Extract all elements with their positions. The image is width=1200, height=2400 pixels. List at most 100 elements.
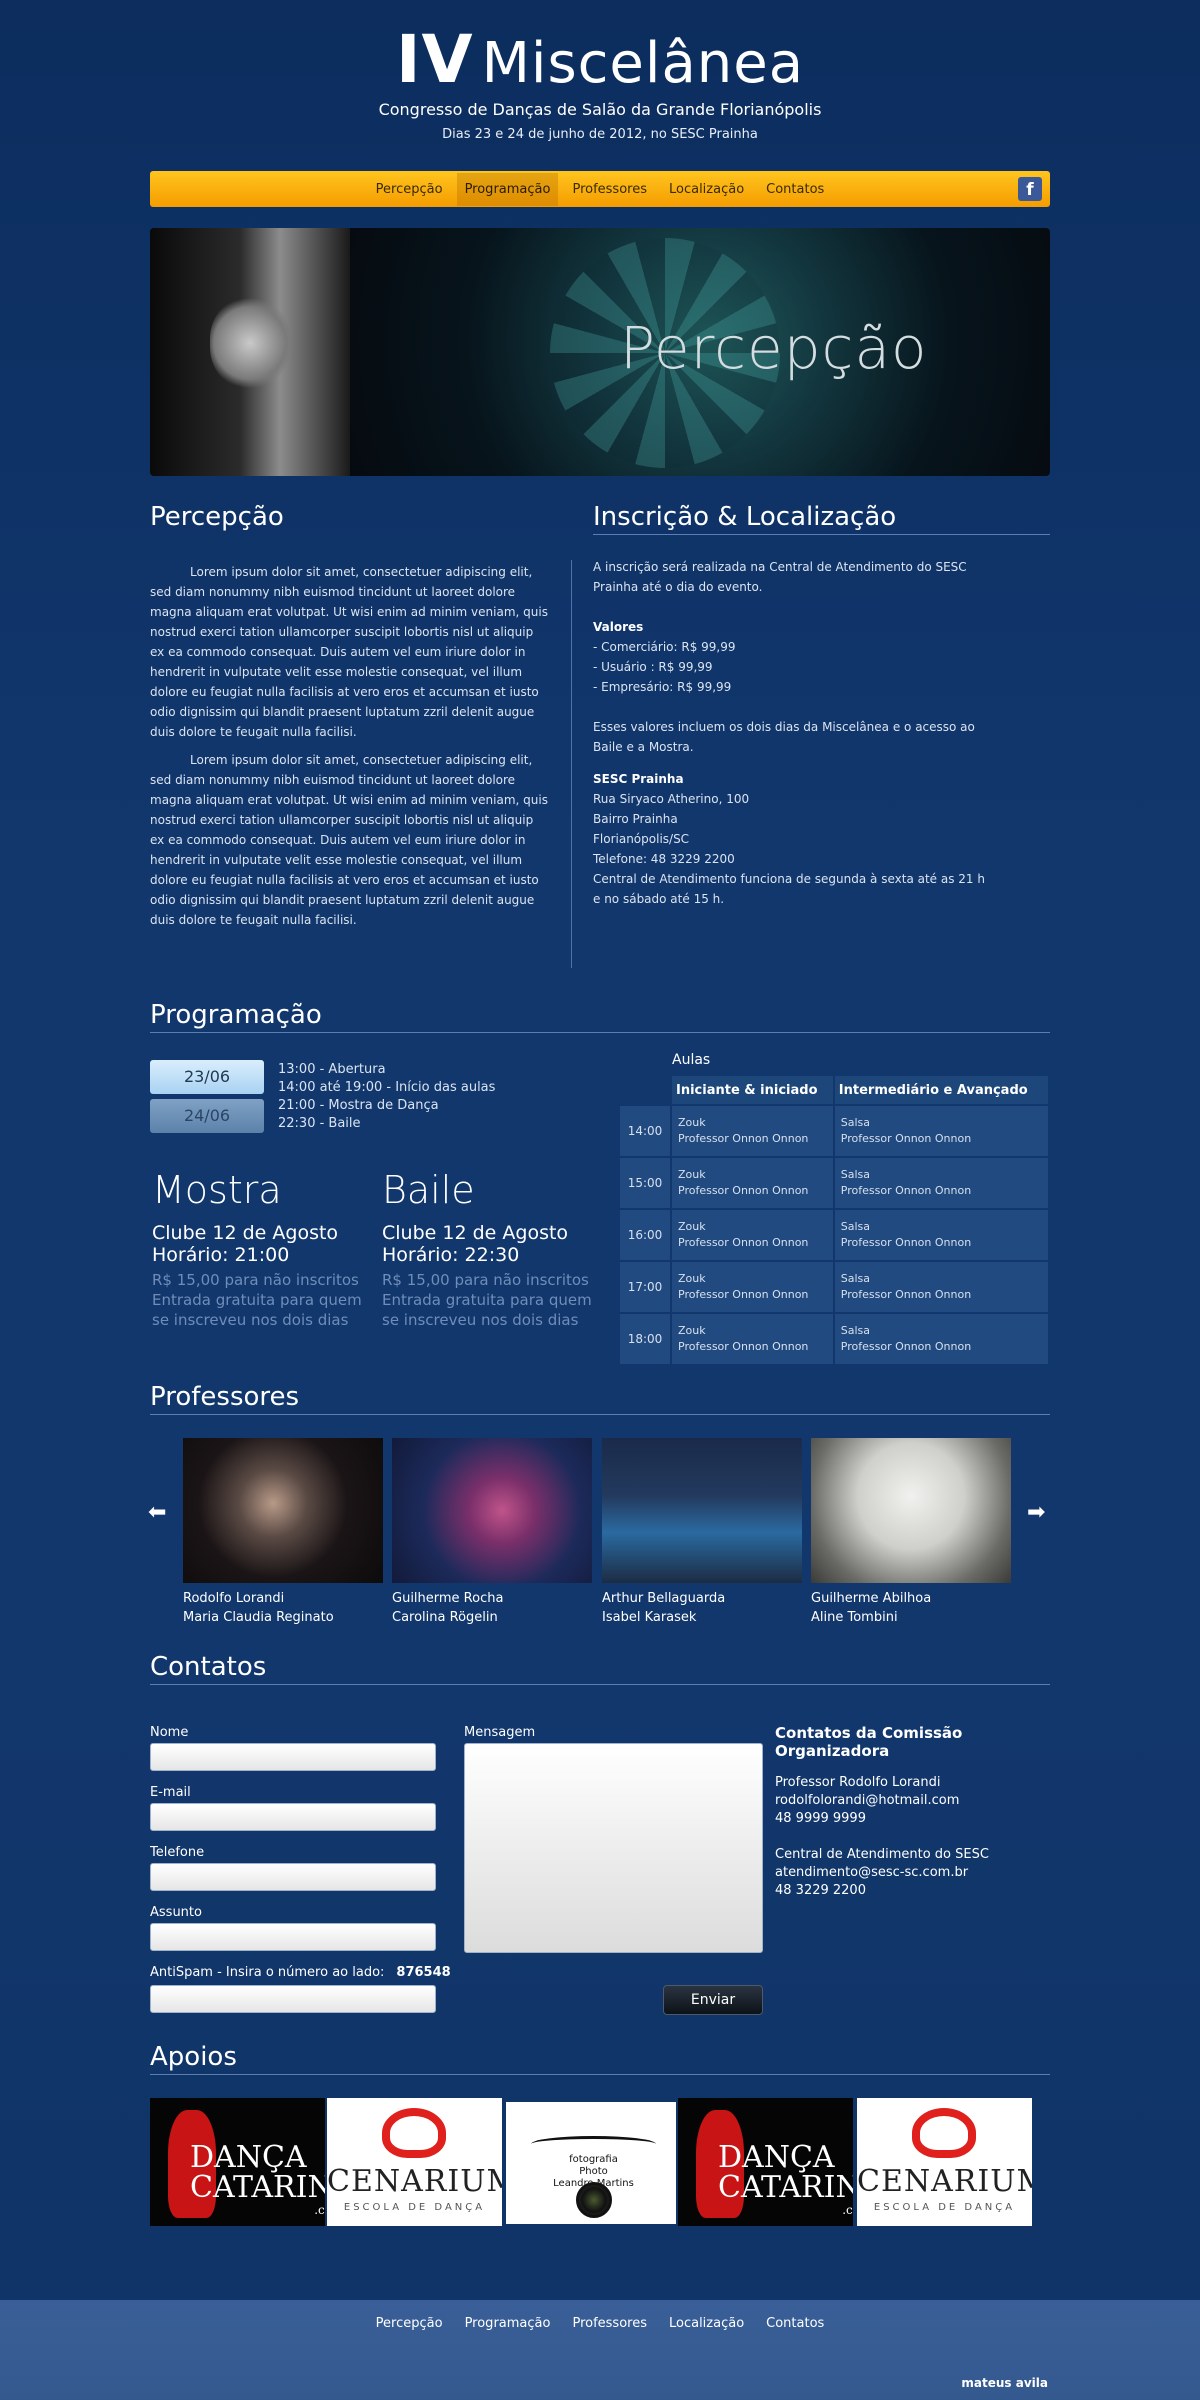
table-row: 17:00 Zouk Professor Onnon Onnon Salsa Pro…	[620, 1262, 1048, 1312]
danca-catarina-logo[interactable]: DANÇA CATARINA.com	[678, 2098, 853, 2226]
antispam-code: 876548	[396, 1965, 451, 1980]
footer-nav: Percepção Programação Professores Locali…	[0, 2316, 1200, 2331]
professor-card[interactable]: Guilherme Rocha Carolina Rögelin	[392, 1438, 592, 1627]
aula-cell: Salsa Professor Onnon Onnon	[834, 1262, 1048, 1312]
aula-time: 17:00	[620, 1262, 670, 1312]
local-title: SESC Prainha	[593, 772, 684, 786]
professores-heading: Professores	[150, 1382, 1050, 1415]
professor-photo	[602, 1438, 802, 1583]
professor-card[interactable]: Arthur Bellaguarda Isabel Karasek	[602, 1438, 802, 1627]
nav-percepcao[interactable]: Percepção	[368, 173, 451, 206]
schedule-item: 14:00 até 19:00 - Início das aulas	[278, 1080, 496, 1095]
org-contact-line: 48 9999 9999	[775, 1811, 866, 1826]
footer-nav-contatos[interactable]: Contatos	[766, 2316, 824, 2331]
schedule-item: 13:00 - Abertura	[278, 1062, 386, 1077]
valores-note: Esses valores incluem os dois dias da Mi…	[593, 720, 975, 754]
mensagem-textarea[interactable]	[464, 1743, 763, 1953]
professor-photo	[183, 1438, 383, 1583]
assunto-input[interactable]	[150, 1923, 436, 1951]
percepcao-paragraph: Lorem ipsum dolor sit amet, consectetuer…	[150, 565, 548, 739]
apoios-section: Apoios	[150, 2042, 1050, 2075]
nav-localizacao[interactable]: Localização	[661, 173, 752, 206]
hero-banner: Percepção	[150, 228, 1050, 476]
carousel-prev-arrow-icon[interactable]: ⬅	[148, 1500, 166, 1525]
professor-card[interactable]: Guilherme Abilhoa Aline Tombini	[811, 1438, 1011, 1627]
facebook-icon[interactable]: f	[1018, 177, 1042, 201]
designer-credit[interactable]: mateus avila	[961, 2376, 1048, 2390]
date-tab-24-06[interactable]: 24/06	[150, 1099, 264, 1133]
cenarium-emblem-icon	[912, 2108, 976, 2158]
schedule-list: 13:00 - Abertura 14:00 até 19:00 - Iníci…	[278, 1061, 495, 1133]
valor-item: - Empresário: R$ 99,99	[593, 680, 732, 694]
schedule-item: 21:00 - Mostra de Dança	[278, 1098, 439, 1113]
programacao-section: Programação	[150, 1000, 1050, 1033]
table-row: 15:00 Zouk Professor Onnon Onnon Salsa Pro…	[620, 1158, 1048, 1208]
event-baile: Baile Clube 12 de Agosto Horário: 22:30 …	[382, 1168, 592, 1330]
event-title: Baile	[382, 1168, 475, 1212]
valores-title: Valores	[593, 620, 644, 634]
aula-cell: Salsa Professor Onnon Onnon	[834, 1158, 1048, 1208]
event-price: R$ 15,00 para não inscritos	[152, 1271, 359, 1289]
photo-leandro-martins-logo[interactable]: fotografia Photo Leandro Martins	[506, 2102, 676, 2224]
footer-nav-percepcao[interactable]: Percepção	[376, 2316, 443, 2331]
nav-contatos[interactable]: Contatos	[758, 173, 832, 206]
mensagem-label: Mensagem	[464, 1725, 536, 1740]
arc-text-icon	[531, 2136, 656, 2152]
camera-lens-icon	[576, 2182, 612, 2218]
site-header: IV Miscelânea Congresso de Danças de Salã…	[0, 21, 1200, 143]
org-contact-line: Central de Atendimento do SESC	[775, 1847, 989, 1862]
event-note: Entrada gratuita para quem se inscreveu …	[382, 1291, 592, 1329]
event-mostra: Mostra Clube 12 de Agosto Horário: 21:00…	[152, 1168, 362, 1330]
antispam-input[interactable]	[150, 1985, 436, 2013]
contatos-section: Contatos	[150, 1652, 1050, 1685]
nav-professores[interactable]: Professores	[564, 173, 655, 206]
aula-cell: Zouk Professor Onnon Onnon	[672, 1158, 833, 1208]
danca-catarina-logo[interactable]: DANÇA CATARINA.com	[150, 2098, 325, 2226]
site-title: IV Miscelânea	[395, 21, 805, 98]
professor-photo	[392, 1438, 592, 1583]
event-time: Horário: 21:00	[152, 1244, 290, 1266]
professor-photo	[811, 1438, 1011, 1583]
programacao-heading: Programação	[150, 1000, 1050, 1033]
footer-nav-localizacao[interactable]: Localização	[669, 2316, 744, 2331]
cenarium-logo[interactable]: CENARIUM ESCOLA DE DANÇA	[327, 2098, 502, 2226]
antispam-label: AntiSpam - Insira o número ao lado: 87654…	[150, 1965, 451, 1980]
banner-title: Percepção	[620, 314, 928, 382]
valor-item: - Comerciário: R$ 99,99	[593, 640, 736, 654]
date-tab-23-06[interactable]: 23/06	[150, 1060, 264, 1094]
apoios-heading: Apoios	[150, 2042, 1050, 2075]
telefone-input[interactable]	[150, 1863, 436, 1891]
org-contact-line[interactable]: atendimento@sesc-sc.com.br	[775, 1864, 1055, 1882]
inscricao-section: Inscrição & Localização A inscrição será…	[593, 502, 1050, 909]
aulas-column-header: Iniciante & iniciado	[672, 1076, 833, 1104]
local-line: Central de Atendimento funciona de segun…	[593, 872, 985, 906]
nav-programacao[interactable]: Programação	[456, 172, 559, 206]
nome-input[interactable]	[150, 1743, 436, 1771]
percepcao-paragraph: Lorem ipsum dolor sit amet, consectetuer…	[150, 753, 548, 927]
main-nav: Percepção Programação Professores Locali…	[150, 171, 1050, 207]
aula-time: 18:00	[620, 1314, 670, 1364]
enviar-button[interactable]: Enviar	[663, 1985, 763, 2015]
contatos-heading: Contatos	[150, 1652, 1050, 1685]
professor-names: Guilherme Rocha Carolina Rögelin	[392, 1591, 504, 1625]
aulas-caption: Aulas	[672, 1052, 711, 1068]
professor-card[interactable]: Rodolfo Lorandi Maria Claudia Reginato	[183, 1438, 383, 1627]
footer-nav-programacao[interactable]: Programação	[465, 2316, 551, 2331]
column-divider	[571, 560, 572, 968]
carousel-next-arrow-icon[interactable]: ➡	[1027, 1500, 1045, 1525]
aula-time: 15:00	[620, 1158, 670, 1208]
event-place: Clube 12 de Agosto	[152, 1222, 339, 1244]
aula-time: 16:00	[620, 1210, 670, 1260]
aula-time: 14:00	[620, 1106, 670, 1156]
email-input[interactable]	[150, 1803, 436, 1831]
event-title: Mostra	[152, 1168, 282, 1212]
cenarium-emblem-icon	[382, 2108, 446, 2158]
footer-nav-professores[interactable]: Professores	[572, 2316, 647, 2331]
aula-cell: Salsa Professor Onnon Onnon	[834, 1210, 1048, 1260]
aulas-column-header: Intermediário e Avançado	[834, 1076, 1048, 1104]
org-contact-line: Professor Rodolfo Lorandi	[775, 1775, 941, 1790]
org-contact-line[interactable]: rodolfolorandi@hotmail.com	[775, 1792, 1055, 1810]
cenarium-logo[interactable]: CENARIUM ESCOLA DE DANÇA	[857, 2098, 1032, 2226]
percepcao-section: Percepção Lorem ipsum dolor sit amet, co…	[150, 502, 550, 930]
inscricao-heading: Inscrição & Localização	[593, 502, 1050, 535]
